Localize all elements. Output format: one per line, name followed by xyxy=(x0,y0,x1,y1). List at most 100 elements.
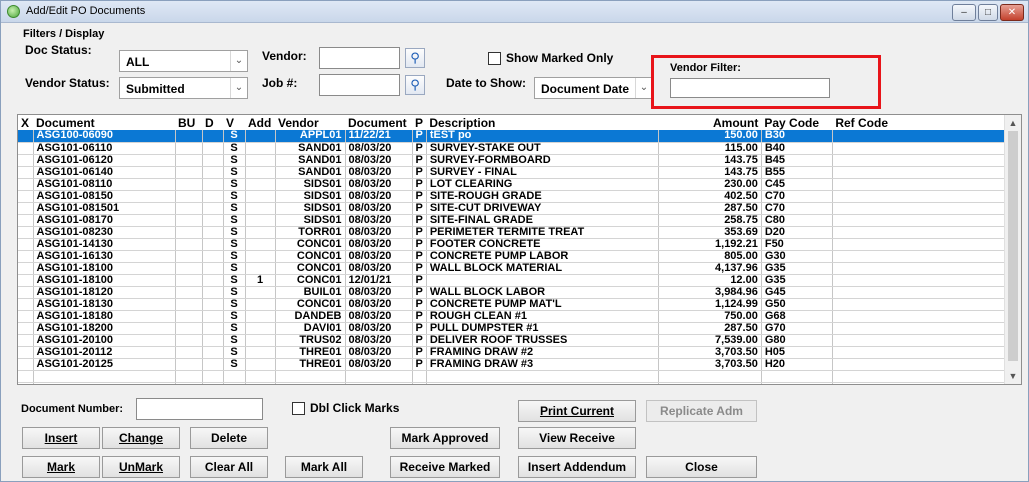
mark-approved-button[interactable]: Mark Approved xyxy=(390,427,500,449)
grid-header-p[interactable]: P xyxy=(412,115,427,130)
scroll-up-icon[interactable]: ▲ xyxy=(1005,115,1021,131)
mark-all-button[interactable]: Mark All xyxy=(285,456,363,478)
date-to-show-select[interactable]: Document Date ⌄ xyxy=(534,77,653,99)
empty-cell xyxy=(832,382,1006,384)
table-row[interactable]: ASG101-08230 S TORR01 08/03/20 P PERIMETER TE… xyxy=(18,226,1006,239)
grid-cell-document: ASG101-08170 xyxy=(33,214,176,227)
table-row[interactable]: ASG101-18180 S DANDEB 08/03/20 P ROUGH CLEAN … xyxy=(18,310,1006,323)
table-row[interactable]: ASG101-08170 S SIDS01 08/03/20 P SITE-FINAL G… xyxy=(18,214,1006,227)
table-row[interactable]: ASG101-18120 S BUIL01 08/03/20 P WALL BLOCK L… xyxy=(18,286,1006,299)
grid-cell-vendor: SIDS01 xyxy=(275,178,346,191)
table-row[interactable]: ASG101-18200 S DAVI01 08/03/20 P PULL DUMPSTE… xyxy=(18,322,1006,335)
grid-cell-bu xyxy=(175,142,203,155)
grid-cell-x xyxy=(18,238,34,251)
grid-cell-ref-code xyxy=(832,274,1006,287)
po-documents-table: X Document BU D V Add Vendor Document P Descripti… xyxy=(18,115,1006,384)
change-button[interactable]: Change xyxy=(102,427,180,449)
grid-cell-bu xyxy=(175,190,203,203)
grid-cell-description: SURVEY-STAKE OUT xyxy=(426,142,659,155)
maximize-button[interactable]: □ xyxy=(978,4,998,21)
insert-addendum-button[interactable]: Insert Addendum xyxy=(518,456,636,478)
scroll-down-icon[interactable]: ▼ xyxy=(1005,368,1021,384)
grid-header-document-date[interactable]: Document xyxy=(345,115,412,130)
table-row[interactable]: ASG101-08110 S SIDS01 08/03/20 P LOT CLEARING… xyxy=(18,178,1006,191)
table-row[interactable]: ASG101-18100 S 1 CONC01 12/01/21 P 12.00 G35 xyxy=(18,274,1006,287)
grid-vertical-scrollbar[interactable]: ▲ ▼ xyxy=(1004,115,1021,384)
document-number-label: Document Number: xyxy=(21,403,124,415)
job-input[interactable] xyxy=(319,74,400,96)
table-row[interactable]: ASG101-06110 S SAND01 08/03/20 P SURVEY-STAKE… xyxy=(18,142,1006,155)
grid-cell-p: P xyxy=(412,154,427,167)
table-row[interactable]: ASG101-16130 S CONC01 08/03/20 P CONCRETE PUM… xyxy=(18,250,1006,263)
grid-cell-x xyxy=(18,202,34,215)
table-row[interactable]: ASG101-18100 S CONC01 08/03/20 P WALL BLOCK M… xyxy=(18,262,1006,275)
show-marked-only-checkbox[interactable] xyxy=(488,52,501,65)
job-search-icon[interactable]: ⚲ xyxy=(405,75,425,95)
grid-cell-vendor: BUIL01 xyxy=(275,286,346,299)
grid-cell-add xyxy=(245,346,276,359)
table-row[interactable]: ASG101-14130 S CONC01 08/03/20 P FOOTER CONCR… xyxy=(18,238,1006,251)
grid-cell-add xyxy=(245,358,276,371)
grid-header-amount[interactable]: Amount xyxy=(658,115,762,130)
table-row[interactable]: ASG100-06090 S APPL01 11/22/21 PtEST po 150.0… xyxy=(18,130,1006,143)
grid-cell-ref-code xyxy=(832,250,1006,263)
receive-marked-button[interactable]: Receive Marked xyxy=(390,456,500,478)
table-row[interactable]: ASG101-06140 S SAND01 08/03/20 P SURVEY - FIN… xyxy=(18,166,1006,179)
grid-header-x[interactable]: X xyxy=(18,115,33,130)
grid-header-add[interactable]: Add xyxy=(245,115,275,130)
chevron-down-icon[interactable]: ⌄ xyxy=(635,78,652,98)
grid-cell-description: SURVEY-FORMBOARD xyxy=(426,154,659,167)
chevron-down-icon[interactable]: ⌄ xyxy=(230,78,247,98)
print-current-button[interactable]: Print Current xyxy=(518,400,636,422)
table-row[interactable]: ASG101-20100 S TRUS02 08/03/20 P DELIVER ROOF… xyxy=(18,334,1006,347)
delete-button[interactable]: Delete xyxy=(190,427,268,449)
table-row[interactable]: ASG101-20125 S THRE01 08/03/20 P FRAMING DRAW… xyxy=(18,358,1006,371)
grid-cell-document-date: 08/03/20 xyxy=(345,322,413,335)
minimize-button[interactable]: – xyxy=(952,4,976,21)
close-button[interactable]: Close xyxy=(646,456,757,478)
grid-header-pay-code[interactable]: Pay Code xyxy=(761,115,833,130)
insert-button[interactable]: Insert xyxy=(22,427,100,449)
chevron-down-icon[interactable]: ⌄ xyxy=(230,51,247,71)
grid-header-d[interactable]: D xyxy=(202,115,223,130)
grid-cell-x xyxy=(18,166,34,179)
grid-cell-document: ASG101-08110 xyxy=(33,178,176,191)
mark-button[interactable]: Mark xyxy=(22,456,100,478)
grid-cell-vendor: SAND01 xyxy=(275,142,346,155)
table-row[interactable]: ASG101-20112 S THRE01 08/03/20 P FRAMING DRAW… xyxy=(18,346,1006,359)
replicate-adm-button[interactable]: Replicate Adm xyxy=(646,400,757,422)
grid-header-document[interactable]: Document xyxy=(33,115,175,130)
grid-header-description[interactable]: Description xyxy=(426,115,659,130)
window-title: Add/Edit PO Documents xyxy=(26,5,146,17)
doc-status-select[interactable]: ALL ⌄ xyxy=(119,50,248,72)
grid-cell-amount: 1,192.21 xyxy=(658,238,762,251)
table-row[interactable]: ASG101-08150 S SIDS01 08/03/20 P SITE-ROUGH G… xyxy=(18,190,1006,203)
grid-cell-document-date: 08/03/20 xyxy=(345,286,413,299)
vendor-status-select[interactable]: Submitted ⌄ xyxy=(119,77,248,99)
clear-all-button[interactable]: Clear All xyxy=(190,456,268,478)
unmark-button[interactable]: UnMark xyxy=(102,456,180,478)
grid-cell-bu xyxy=(175,310,203,323)
grid-header-bu[interactable]: BU xyxy=(175,115,202,130)
scroll-thumb[interactable] xyxy=(1008,131,1018,361)
grid-cell-p: P xyxy=(412,142,427,155)
table-row[interactable]: ASG101-06120 S SAND01 08/03/20 P SURVEY-FORMB… xyxy=(18,154,1006,167)
grid-header-vendor[interactable]: Vendor xyxy=(275,115,345,130)
grid-cell-p: P xyxy=(412,310,427,323)
document-number-input[interactable] xyxy=(136,398,263,420)
grid-header-v[interactable]: V xyxy=(223,115,245,130)
grid-header-ref-code[interactable]: Ref Code xyxy=(832,115,1006,130)
vendor-search-icon[interactable]: ⚲ xyxy=(405,48,425,68)
table-row[interactable]: ASG101-18130 S CONC01 08/03/20 P CONCRETE PUM… xyxy=(18,298,1006,311)
close-window-button[interactable]: ✕ xyxy=(1000,4,1024,21)
grid-cell-v: S xyxy=(223,130,246,143)
table-row[interactable]: ASG101-081501 S SIDS01 08/03/20 P SITE-CUT DR… xyxy=(18,202,1006,215)
grid-cell-ref-code xyxy=(832,262,1006,275)
grid-header-row: X Document BU D V Add Vendor Document P Descripti… xyxy=(18,115,1006,130)
grid-cell-p: P xyxy=(412,346,427,359)
view-receive-button[interactable]: View Receive xyxy=(518,427,636,449)
vendor-filter-input[interactable] xyxy=(670,78,830,98)
vendor-input[interactable] xyxy=(319,47,400,69)
dbl-click-marks-checkbox[interactable] xyxy=(292,402,305,415)
job-label: Job #: xyxy=(262,76,298,90)
